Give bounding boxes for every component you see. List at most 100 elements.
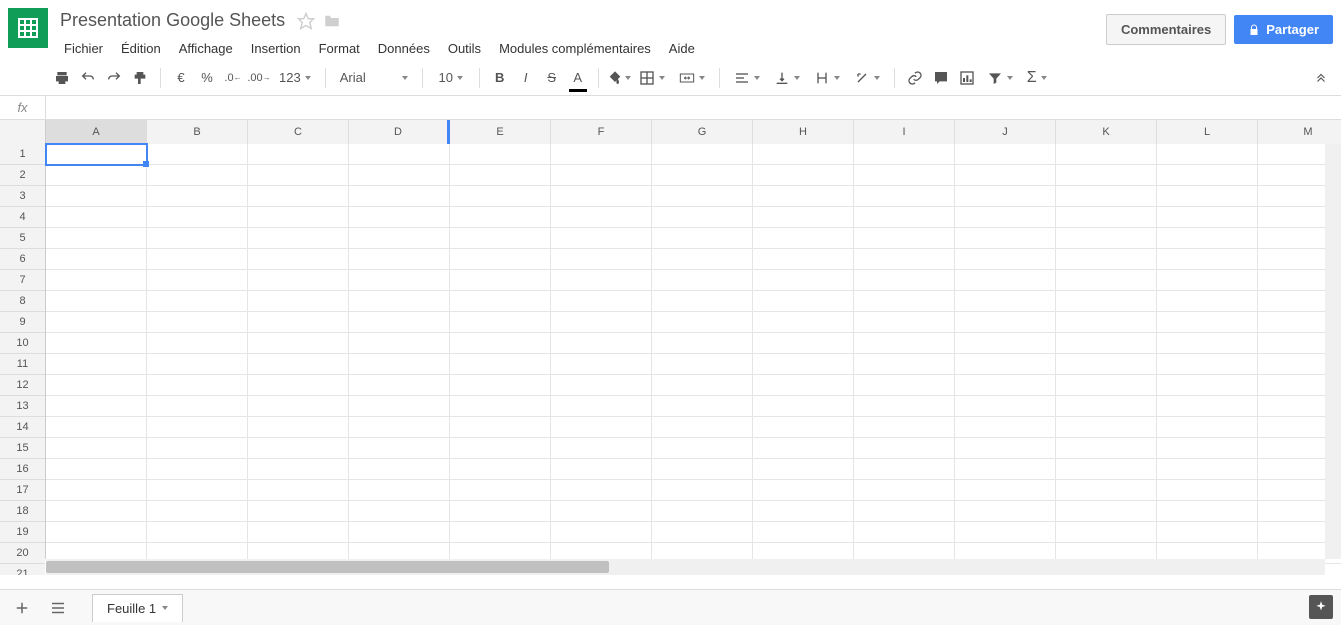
cell[interactable] [955,228,1056,249]
cell[interactable] [147,522,248,543]
insert-chart-icon[interactable] [955,66,979,90]
cell[interactable] [652,417,753,438]
horizontal-align-button[interactable] [728,68,766,88]
row-header[interactable]: 5 [0,228,45,249]
row-header[interactable]: 13 [0,396,45,417]
cell[interactable] [854,270,955,291]
cell[interactable] [349,501,450,522]
cell[interactable] [450,186,551,207]
add-sheet-button[interactable] [8,594,36,622]
cell[interactable] [753,438,854,459]
redo-icon[interactable] [102,66,126,90]
text-rotation-button[interactable] [848,68,886,88]
cell[interactable] [1157,501,1258,522]
cell[interactable] [349,270,450,291]
cell[interactable] [652,312,753,333]
cell[interactable] [147,459,248,480]
cell[interactable] [955,375,1056,396]
cell[interactable] [450,438,551,459]
cell[interactable] [147,186,248,207]
cell[interactable] [1056,249,1157,270]
cell[interactable] [753,396,854,417]
cell[interactable] [450,165,551,186]
cell[interactable] [450,354,551,375]
column-header[interactable]: G [652,120,753,144]
cell[interactable] [46,459,147,480]
cell[interactable] [349,375,450,396]
cell[interactable] [1056,522,1157,543]
cell[interactable] [46,291,147,312]
insert-comment-icon[interactable] [929,66,953,90]
row-header[interactable]: 19 [0,522,45,543]
cell[interactable] [349,522,450,543]
cell[interactable] [1157,312,1258,333]
cell[interactable] [349,207,450,228]
cell[interactable] [854,459,955,480]
cell[interactable] [652,354,753,375]
cell[interactable] [753,228,854,249]
cell[interactable] [46,501,147,522]
row-header[interactable]: 2 [0,165,45,186]
comments-button[interactable]: Commentaires [1106,14,1226,45]
menu-insert[interactable]: Insertion [243,37,309,60]
cell[interactable] [248,354,349,375]
cell[interactable] [652,459,753,480]
cell[interactable] [551,417,652,438]
cell[interactable] [955,312,1056,333]
font-size-dropdown[interactable]: 10 [431,68,471,87]
cell[interactable] [248,438,349,459]
cell[interactable] [1157,228,1258,249]
menu-data[interactable]: Données [370,37,438,60]
cell[interactable] [1157,522,1258,543]
cell[interactable] [248,186,349,207]
cell[interactable] [955,333,1056,354]
cell[interactable] [854,438,955,459]
cell[interactable] [248,207,349,228]
cell[interactable] [248,333,349,354]
bold-button[interactable]: B [488,66,512,90]
cell[interactable] [349,165,450,186]
borders-button[interactable] [633,68,671,88]
cell[interactable] [652,522,753,543]
increase-decimal-button[interactable]: .00→ [247,66,271,90]
italic-button[interactable]: I [514,66,538,90]
row-header[interactable]: 9 [0,312,45,333]
cell[interactable] [551,186,652,207]
cell[interactable] [854,522,955,543]
cell[interactable] [1157,480,1258,501]
cell[interactable] [854,312,955,333]
row-header[interactable]: 18 [0,501,45,522]
cell[interactable] [147,228,248,249]
percent-button[interactable]: % [195,66,219,90]
cell[interactable] [248,291,349,312]
cell[interactable] [1056,144,1157,165]
cell[interactable] [854,144,955,165]
menu-view[interactable]: Affichage [171,37,241,60]
cell[interactable] [1056,438,1157,459]
cell[interactable] [46,333,147,354]
cell[interactable] [248,501,349,522]
cell[interactable] [450,480,551,501]
cell[interactable] [551,333,652,354]
cell[interactable] [652,501,753,522]
cell[interactable] [753,165,854,186]
cell[interactable] [1157,207,1258,228]
sheet-tab-1[interactable]: Feuille 1 [92,594,183,622]
cell[interactable] [450,270,551,291]
cell[interactable] [652,144,753,165]
cell[interactable] [349,354,450,375]
column-header[interactable]: A [46,120,147,144]
cell[interactable] [248,270,349,291]
more-formats-dropdown[interactable]: 123 [273,68,317,87]
cell[interactable] [551,312,652,333]
cell[interactable] [1056,417,1157,438]
cell[interactable] [1157,270,1258,291]
cell[interactable] [753,249,854,270]
cell[interactable] [551,270,652,291]
text-color-button[interactable]: A [566,66,590,90]
cell[interactable] [147,249,248,270]
cell[interactable] [753,522,854,543]
column-header[interactable]: D [349,120,450,144]
cell[interactable] [450,396,551,417]
print-icon[interactable] [50,66,74,90]
